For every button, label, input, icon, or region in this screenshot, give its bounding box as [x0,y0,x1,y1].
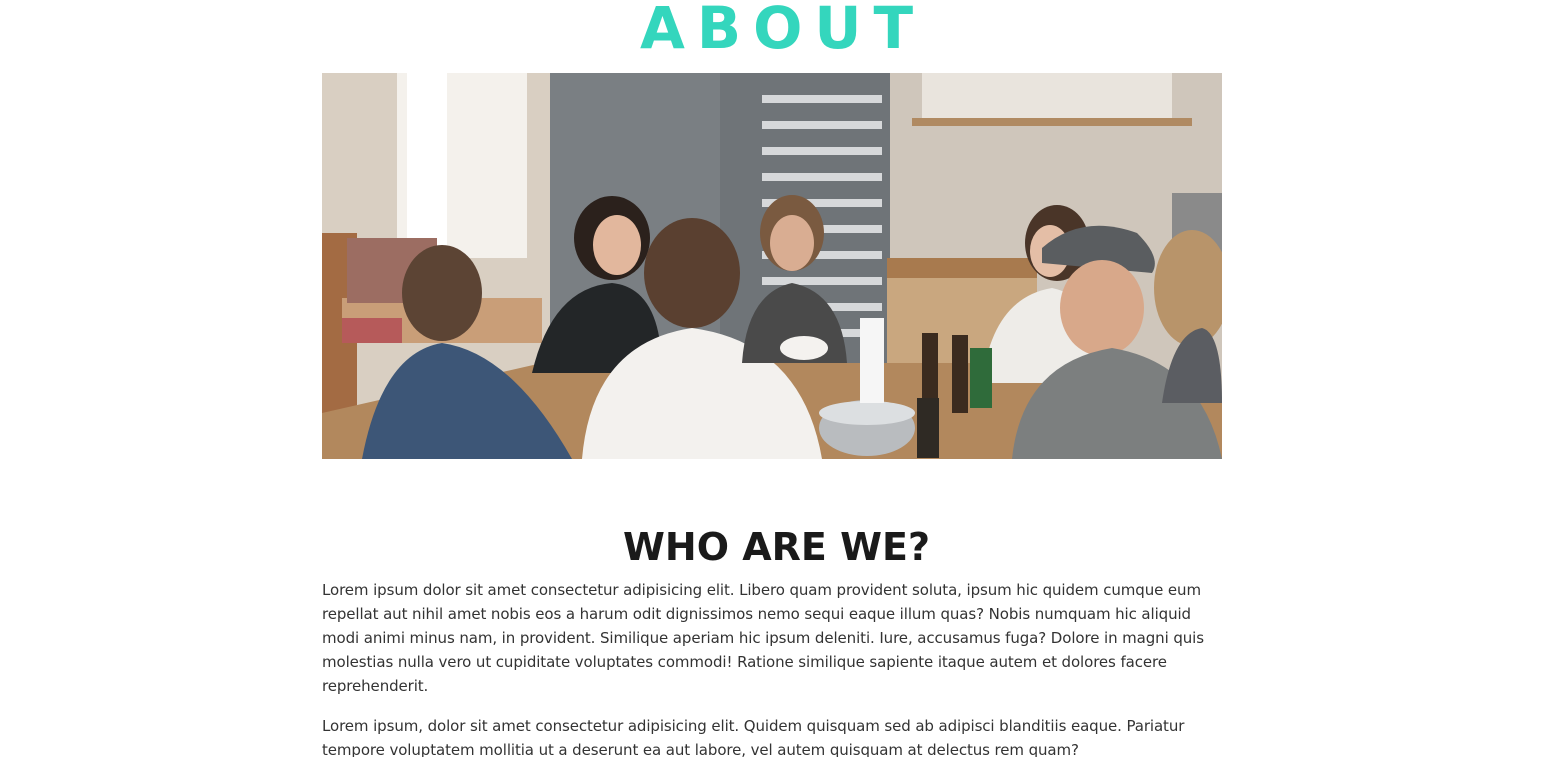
section-title: WHO ARE WE? [622,525,931,569]
group-meeting-photo [322,73,1222,459]
about-page: ABOUT WHO ARE WE? Lorem ipsum dolor sit … [0,0,1553,757]
about-paragraph: Lorem ipsum, dolor sit amet consectetur … [322,717,1185,757]
page-title: ABOUT [639,0,926,62]
about-content: Lorem ipsum dolor sit amet consectetur a… [322,578,1222,757]
hero-image [322,73,1222,459]
about-paragraph: Lorem ipsum dolor sit amet consectetur a… [322,581,1204,695]
